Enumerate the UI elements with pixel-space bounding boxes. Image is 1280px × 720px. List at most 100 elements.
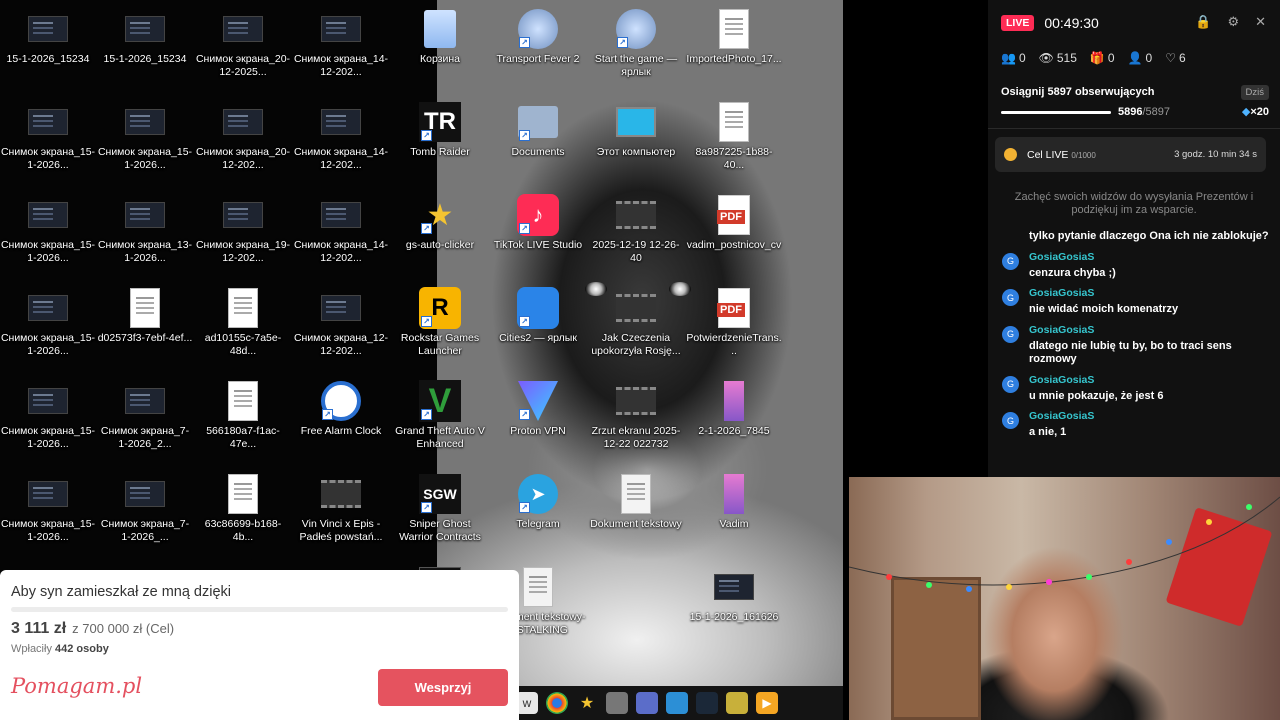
desktop-icon[interactable]: 566180a7-f1ac-47e... (195, 380, 291, 451)
desktop-icon[interactable]: R ↗ Rockstar Games Launcher (392, 287, 488, 358)
player-icon[interactable]: ▶ (756, 692, 778, 714)
shortcut-arrow-icon: ↗ (519, 37, 530, 48)
views-stat: 👁 515 (1039, 51, 1077, 65)
chat-username[interactable]: GosiaGosiaS (1029, 251, 1116, 263)
webcam-feed (849, 477, 1280, 720)
desktop-icon-label: Proton VPN (510, 425, 566, 437)
desktop-icon[interactable]: ad10155c-7a5e-48d... (195, 287, 291, 358)
desktop-icon-label: Снимок экрана_15-1-2026... (97, 146, 193, 171)
desktop-icon[interactable]: Этот компьютер (588, 101, 684, 159)
payers-info: Wpłaciły 442 osoby (11, 643, 508, 655)
shot-icon (27, 380, 69, 422)
desktop-icon[interactable]: Снимок экрана_15-1-2026... (0, 380, 96, 451)
photos-icon[interactable] (666, 692, 688, 714)
shortcut-arrow-icon: ↗ (421, 409, 432, 420)
desktop-icon[interactable]: V ↗ Grand Theft Auto V Enhanced (392, 380, 488, 451)
desktop-icon[interactable]: Снимок экрана_14-12-202... (293, 194, 389, 265)
support-button[interactable]: Wesprzyj (378, 669, 508, 706)
desktop-icon[interactable]: Снимок экрана_19-12-202... (195, 194, 291, 265)
desktop-icon[interactable]: ♪ ↗ TikTok LIVE Studio (490, 194, 586, 252)
desktop-icon[interactable]: ↗ Cities2 — ярлык (490, 287, 586, 345)
taskbar: w ★ ▶ (510, 686, 843, 720)
desktop-icon[interactable]: Снимок экрана_20-12-202... (195, 101, 291, 172)
star-icon[interactable]: ★ (576, 692, 598, 714)
desktop-icon[interactable]: d02573f3-7ebf-4ef... (97, 287, 193, 345)
desktop-icon[interactable]: PDF vadim_postnicov_cv (686, 194, 782, 252)
header-icons: 🔒 ⚙ ✕ (1195, 14, 1266, 30)
chat-username[interactable]: GosiaGosiaS (1029, 324, 1270, 336)
desktop-icon-label: Снимок экрана_14-12-202... (293, 53, 389, 78)
desktop-icon[interactable]: ↗ Free Alarm Clock (293, 380, 389, 438)
avatar[interactable]: G (1002, 289, 1019, 306)
desktop-icon[interactable]: ↗ Proton VPN (490, 380, 586, 438)
desktop-icon[interactable]: ImportedPhoto_17... (686, 8, 782, 66)
recycle-icon (419, 8, 461, 50)
pomagam-logo[interactable]: Pomagam.pl (11, 674, 142, 698)
live-goal-card[interactable]: Cel LIVE 0/1000 3 godz. 10 min 34 s (995, 137, 1266, 172)
steam-icon[interactable] (696, 692, 718, 714)
desktop-icon[interactable]: Снимок экрана_15-1-2026... (97, 101, 193, 172)
desktop-icon[interactable]: PDF PotwierdzenieTrans... (686, 287, 782, 358)
desktop-icon[interactable]: Снимок экрана_20-12-2025... (195, 8, 291, 79)
avatar[interactable]: G (1002, 375, 1019, 393)
settings-icon[interactable]: ⚙ (1227, 14, 1239, 30)
shortcut-arrow-icon: ↗ (421, 223, 432, 234)
package-icon[interactable] (606, 692, 628, 714)
desktop-icon[interactable]: Снимок экрана_15-1-2026... (0, 473, 96, 544)
close-icon[interactable]: ✕ (1255, 14, 1266, 30)
avatar[interactable]: G (1002, 325, 1019, 343)
desktop-icon[interactable]: ↗ Documents (490, 101, 586, 159)
desktop-icon[interactable]: Снимок экрана_7-1-2026_2... (97, 380, 193, 451)
desktop-icon[interactable]: 63c86699-b168-4b... (195, 473, 291, 544)
avatar[interactable]: G (1002, 412, 1019, 429)
desktop-icon[interactable]: 2025-12-19 12-26-40 (588, 194, 684, 265)
desktop-icon-label: Jak Czeczenia upokorzyła Rosję... (591, 332, 681, 357)
chat-username[interactable]: GosiaGosiaS (1029, 410, 1094, 422)
desktop-icon[interactable]: 15-1-2026_15234 (97, 8, 193, 66)
app-icon[interactable] (636, 692, 658, 714)
desktop-icon[interactable]: 15-1-2026_15234 (0, 8, 96, 66)
desktop-icon[interactable]: SGW ↗ Sniper Ghost Warrior Contracts (392, 473, 488, 544)
desktop-icon[interactable]: Снимок экрана_7-1-2026_... (97, 473, 193, 544)
desktop-icon[interactable]: Корзина (392, 8, 488, 66)
live-stats: 👥 0 👁 515 🎁 0 👤 0 ♡ 6 (1001, 51, 1186, 65)
desktop-icon[interactable]: Vadim (686, 473, 782, 531)
cel-progress: 0/1000 (1071, 150, 1096, 160)
desktop-icon[interactable]: 8a987225-1b88-40... (686, 101, 782, 172)
desktop-icon[interactable]: ➤ ↗ Telegram (490, 473, 586, 531)
app-icon[interactable]: w (516, 692, 538, 714)
desktop-icon[interactable]: Zrzut ekranu 2025-12-22 022732 (588, 380, 684, 451)
payers-count: 442 osoby (55, 643, 109, 655)
lock-icon[interactable]: 🔒 (1195, 14, 1211, 30)
desktop-icon[interactable]: Снимок экрана_15-1-2026... (0, 194, 96, 265)
txt-icon (615, 473, 657, 515)
desktop-icon[interactable]: ★ ↗ gs-auto-clicker (392, 194, 488, 252)
desktop-icon[interactable]: Jak Czeczenia upokorzyła Rosję... (588, 287, 684, 358)
desktop-icon[interactable]: Vin Vinci x Epis - Padłeś powstań... (293, 473, 389, 544)
desktop-icon[interactable]: Снимок экрана_12-12-202... (293, 287, 389, 358)
avatar[interactable]: G (1002, 252, 1019, 270)
img-icon (713, 380, 755, 422)
desktop-icon[interactable]: ↗ Start the game — ярлык (588, 8, 684, 79)
desktop-icon[interactable]: Dokument tekstowy (588, 473, 684, 531)
desktop-icon[interactable]: Снимок экрана_14-12-202... (293, 8, 389, 79)
desktop-icon[interactable]: 2-1-2026_7845 (686, 380, 782, 438)
desktop-icon[interactable]: Снимок экрана_15-1-2026... (0, 287, 96, 358)
chat-username[interactable]: GosiaGosiaS (1029, 374, 1164, 386)
goal-title: Osiągnij 5897 obserwujących (1001, 86, 1155, 98)
goal-day-badge: Dziś (1240, 85, 1269, 100)
live-badge: LIVE (1001, 15, 1035, 31)
shot-icon (124, 194, 166, 236)
game-icon[interactable] (726, 692, 748, 714)
chat-username[interactable]: GosiaGosiaS (1029, 287, 1178, 299)
desktop-icon[interactable]: 15-1-2026_161626 (686, 566, 782, 624)
desktop-icon[interactable]: Снимок экрана_14-12-202... (293, 101, 389, 172)
desktop-icon[interactable]: ↗ Transport Fever 2 (490, 8, 586, 66)
chat-body: GosiaGosiaS a nie, 1 (1029, 410, 1094, 440)
desktop-icon[interactable]: TR ↗ Tomb Raider (392, 101, 488, 159)
desktop-icon[interactable]: Снимок экрана_13-1-2026... (97, 194, 193, 265)
chrome-icon[interactable] (546, 692, 568, 714)
desktop-icon-label: vadim_postnicov_cv (686, 239, 782, 251)
desktop-icon[interactable]: Снимок экрана_15-1-2026... (0, 101, 96, 172)
chat-body: GosiaGosiaS dlatego nie lubię tu by, bo t… (1029, 324, 1270, 367)
